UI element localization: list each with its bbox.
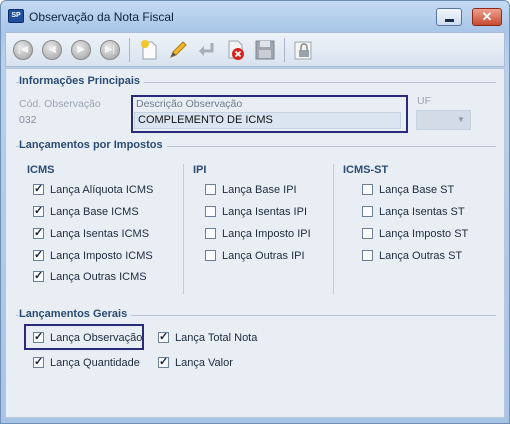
save-icon: [255, 40, 275, 60]
toolbar-separator: [284, 38, 285, 62]
checkbox-checked: [33, 355, 44, 368]
column-divider: [183, 164, 184, 294]
checkbox-checked: [33, 269, 44, 282]
minimize-button[interactable]: [436, 8, 462, 26]
close-icon: ✕: [481, 9, 493, 24]
edit-button[interactable]: [165, 37, 191, 63]
checkbox-checked: [33, 204, 44, 217]
uf-select[interactable]: ▼: [416, 110, 471, 130]
lanca-base-icms-checkbox[interactable]: Lança Base ICMS: [33, 204, 139, 219]
lanca-imposto-ipi-checkbox[interactable]: Lança Imposto IPI: [205, 226, 311, 241]
edit-icon: [170, 41, 187, 58]
checkbox-unchecked: [205, 206, 216, 217]
window: SP Observação da Nota Fiscal ✕ |◀ ◀ ▶ ▶|: [0, 0, 510, 424]
checkbox-checked: [33, 330, 44, 343]
lanca-isentas-st-checkbox[interactable]: Lança Isentas ST: [362, 204, 465, 219]
uf-label: UF: [417, 95, 431, 107]
checkbox-checked: [158, 330, 169, 343]
save-button[interactable]: [252, 37, 278, 63]
next-record-button[interactable]: ▶: [68, 37, 94, 63]
section-impostos-heading: Lançamentos por Impostos: [19, 139, 167, 151]
chevron-down-icon: ▼: [457, 115, 465, 124]
icms-column-heading: ICMS: [27, 164, 55, 176]
checkbox-unchecked: [362, 184, 373, 195]
checkbox-unchecked: [205, 250, 216, 261]
undo-button[interactable]: [194, 37, 220, 63]
delete-icon: [228, 40, 244, 60]
checkbox-unchecked: [362, 250, 373, 261]
checkbox-unchecked: [205, 184, 216, 195]
lanca-isentas-ipi-checkbox[interactable]: Lança Isentas IPI: [205, 204, 307, 219]
checkbox-checked: [33, 182, 44, 195]
checkbox-unchecked: [362, 228, 373, 239]
descricao-observacao-input[interactable]: COMPLEMENTO DE ICMS: [134, 112, 401, 129]
last-record-button[interactable]: ▶|: [97, 37, 123, 63]
cod-observacao-value: 032: [19, 114, 37, 126]
lanca-total-nota-checkbox[interactable]: Lança Total Nota: [158, 330, 257, 345]
descricao-observacao-label: Descrição Observação: [136, 98, 243, 110]
close-button[interactable]: ✕: [472, 8, 502, 26]
checkbox-unchecked: [205, 228, 216, 239]
lanca-base-st-checkbox[interactable]: Lança Base ST: [362, 182, 454, 197]
new-button[interactable]: [136, 37, 162, 63]
app-icon: SP: [8, 9, 24, 23]
lanca-outras-st-checkbox[interactable]: Lança Outras ST: [362, 248, 462, 263]
checkbox-checked: [33, 248, 44, 261]
section-principais-heading: Informações Principais: [19, 75, 145, 87]
undo-icon: [199, 43, 214, 56]
new-icon: [141, 40, 157, 60]
lanca-aliquota-icms-checkbox[interactable]: Lança Alíquota ICMS: [33, 182, 153, 197]
form-panel: Informações Principais Cód. Observação 0…: [5, 68, 505, 418]
icmsst-column-heading: ICMS-ST: [343, 164, 389, 176]
checkbox-checked: [158, 355, 169, 368]
toolbar-separator: [129, 38, 130, 62]
lanca-imposto-st-checkbox[interactable]: Lança Imposto ST: [362, 226, 468, 241]
ipi-column-heading: IPI: [193, 164, 207, 176]
window-title: Observação da Nota Fiscal: [29, 10, 174, 24]
lock-icon: [294, 41, 312, 60]
lanca-imposto-icms-checkbox[interactable]: Lança Imposto ICMS: [33, 248, 153, 263]
previous-record-button[interactable]: ◀: [39, 37, 65, 63]
toolbar: |◀ ◀ ▶ ▶|: [5, 32, 505, 67]
lanca-isentas-icms-checkbox[interactable]: Lança Isentas ICMS: [33, 226, 149, 241]
column-divider: [333, 164, 334, 294]
lanca-outras-ipi-checkbox[interactable]: Lança Outras IPI: [205, 248, 305, 263]
lanca-outras-icms-checkbox[interactable]: Lança Outras ICMS: [33, 269, 147, 284]
minimize-icon: [445, 19, 454, 22]
cod-observacao-label: Cód. Observação: [19, 98, 101, 110]
title-bar: SP Observação da Nota Fiscal ✕: [1, 1, 509, 31]
lanca-valor-checkbox[interactable]: Lança Valor: [158, 355, 233, 370]
lanca-observacao-checkbox[interactable]: Lança Observação: [33, 330, 142, 345]
lock-button[interactable]: [290, 37, 316, 63]
lanca-quantidade-checkbox[interactable]: Lança Quantidade: [33, 355, 140, 370]
delete-button[interactable]: [223, 37, 249, 63]
checkbox-unchecked: [362, 206, 373, 217]
lanca-base-ipi-checkbox[interactable]: Lança Base IPI: [205, 182, 297, 197]
checkbox-checked: [33, 226, 44, 239]
section-gerais-heading: Lançamentos Gerais: [19, 308, 132, 320]
first-record-button[interactable]: |◀: [10, 37, 36, 63]
